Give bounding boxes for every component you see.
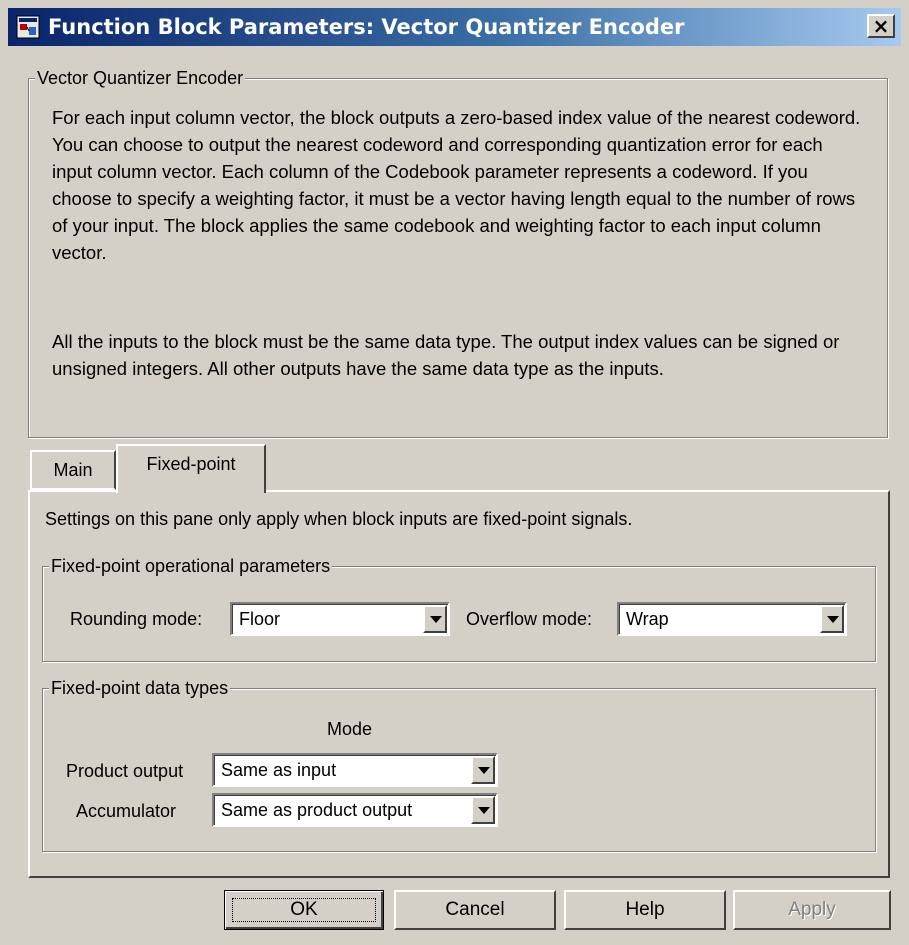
help-button-label: Help — [625, 899, 665, 920]
overflow-mode-select[interactable]: Wrap — [617, 602, 847, 636]
overflow-mode-value: Wrap — [626, 609, 669, 629]
tab-fixed-point-label: Fixed-point — [146, 454, 236, 474]
accumulator-value: Same as product output — [221, 800, 413, 820]
product-output-select[interactable]: Same as input — [212, 753, 498, 787]
cancel-button[interactable]: Cancel — [394, 890, 556, 930]
cancel-button-label: Cancel — [445, 899, 505, 920]
product-output-label: Product output — [66, 761, 184, 781]
product-output-value: Same as input — [221, 760, 337, 780]
rounding-mode-label: Rounding mode: — [70, 609, 203, 629]
rounding-mode-select[interactable]: Floor — [230, 602, 450, 636]
chevron-down-icon[interactable] — [820, 605, 844, 633]
help-button[interactable]: Help — [564, 890, 726, 930]
fixed-point-note: Settings on this pane only apply when bl… — [45, 509, 633, 529]
data-types-label: Fixed-point data types — [49, 677, 231, 699]
chevron-down-icon[interactable] — [471, 756, 495, 784]
chevron-down-icon[interactable] — [423, 605, 447, 633]
apply-button-label: Apply — [788, 899, 836, 920]
accumulator-label: Accumulator — [76, 801, 177, 821]
close-button[interactable]: × — [867, 14, 895, 38]
apply-button[interactable]: Apply — [733, 890, 891, 930]
accumulator-select[interactable]: Same as product output — [212, 793, 498, 827]
window-title: Function Block Parameters: Vector Quanti… — [48, 15, 685, 39]
simulink-icon — [16, 15, 40, 39]
tab-main[interactable]: Main — [30, 450, 116, 490]
dialog-window: Function Block Parameters: Vector Quanti… — [0, 0, 909, 945]
close-icon: × — [872, 14, 890, 38]
tab-fixed-point[interactable]: Fixed-point — [116, 444, 266, 493]
mode-column-header: Mode — [327, 719, 373, 739]
focus-indicator — [232, 898, 376, 922]
ok-button[interactable]: OK — [224, 890, 384, 930]
description-paragraph-2: All the inputs to the block must be the … — [52, 331, 840, 379]
description-paragraph-1: For each input column vector, the block … — [52, 107, 861, 263]
overflow-mode-label: Overflow mode: — [466, 609, 593, 629]
description-group-label: Vector Quantizer Encoder — [35, 67, 246, 89]
tab-main-label: Main — [53, 459, 93, 480]
operational-parameters-label: Fixed-point operational parameters — [49, 555, 333, 577]
title-bar[interactable]: Function Block Parameters: Vector Quanti… — [8, 8, 901, 46]
rounding-mode-value: Floor — [239, 609, 281, 629]
chevron-down-icon[interactable] — [471, 796, 495, 824]
